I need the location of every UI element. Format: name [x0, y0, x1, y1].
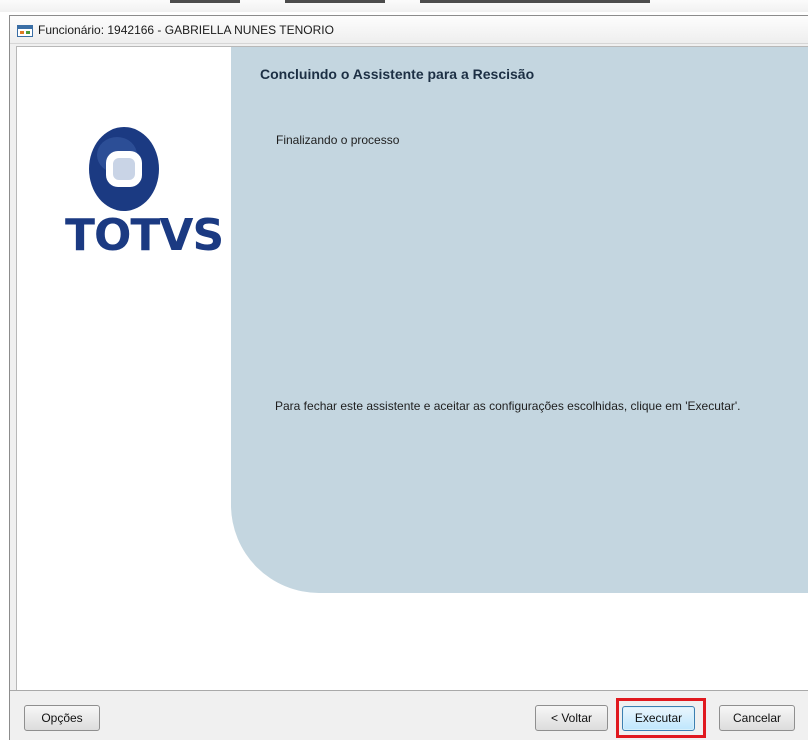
- cancelar-button[interactable]: Cancelar: [719, 705, 795, 731]
- footer-divider: [10, 690, 808, 691]
- voltar-button[interactable]: < Voltar: [535, 705, 608, 731]
- title-bar[interactable]: Funcionário: 1942166 - GABRIELLA NUNES T…: [10, 16, 808, 44]
- totvs-globe-icon: [89, 127, 159, 211]
- panel-subtitle: Finalizando o processo: [276, 133, 400, 147]
- wizard-dialog: Funcionário: 1942166 - GABRIELLA NUNES T…: [9, 15, 808, 740]
- window-title: Funcionário: 1942166 - GABRIELLA NUNES T…: [38, 23, 334, 37]
- background-text-fragment: [285, 0, 385, 3]
- wizard-panel: Concluindo o Assistente para a Rescisão …: [231, 47, 808, 593]
- panel-heading: Concluindo o Assistente para a Rescisão: [260, 66, 535, 82]
- form-window-icon: [17, 24, 33, 37]
- panel-instruction: Para fechar este assistente e aceitar as…: [275, 399, 741, 413]
- wizard-content: TOTVS Concluindo o Assistente para a Res…: [16, 46, 808, 690]
- background-window-strip: [0, 0, 808, 12]
- totvs-logo-text: TOTVS: [65, 210, 224, 261]
- background-text-fragment: [420, 0, 650, 3]
- background-text-fragment: [170, 0, 240, 3]
- totvs-logo: TOTVS: [65, 125, 224, 265]
- executar-button[interactable]: Executar: [622, 706, 695, 731]
- opcoes-button[interactable]: Opções: [24, 705, 100, 731]
